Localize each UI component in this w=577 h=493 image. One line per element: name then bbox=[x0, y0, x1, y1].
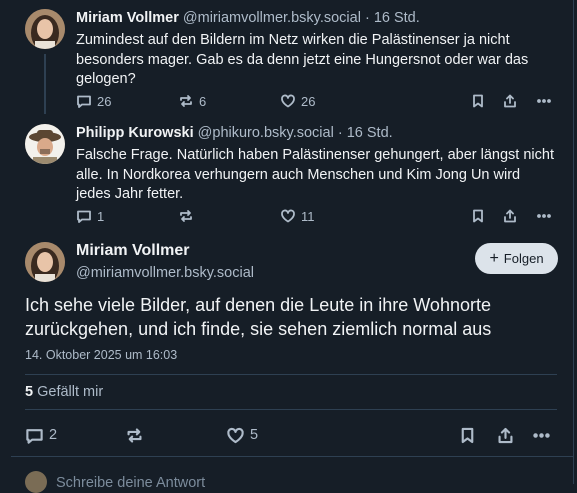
more-icon bbox=[537, 99, 551, 103]
post-time[interactable]: 16 Std. bbox=[347, 125, 393, 141]
reply-count: 1 bbox=[97, 208, 105, 224]
post-actions: 26 6 26 bbox=[76, 91, 556, 111]
more-button[interactable] bbox=[536, 91, 552, 111]
reply-button[interactable]: 1 bbox=[76, 206, 104, 226]
reply-icon bbox=[77, 95, 91, 108]
bookmark-button[interactable] bbox=[458, 425, 477, 445]
repost-button[interactable]: 6 bbox=[178, 91, 206, 111]
reply-input[interactable]: Schreibe deine Antwort bbox=[56, 475, 205, 491]
repost-icon bbox=[180, 210, 192, 222]
plus-icon: + bbox=[489, 249, 499, 267]
like-button[interactable]: 5 bbox=[226, 425, 258, 445]
right-border bbox=[573, 0, 574, 484]
share-icon bbox=[504, 94, 516, 108]
more-icon bbox=[533, 432, 550, 438]
avatar[interactable] bbox=[25, 242, 65, 282]
thread-view: Miriam Vollmer @miriamvollmer.bsky.socia… bbox=[0, 0, 577, 493]
reply-icon bbox=[26, 428, 43, 444]
post-date: 14. Oktober 2025 um 16:03 bbox=[25, 348, 178, 362]
repost-button[interactable] bbox=[125, 425, 149, 445]
avatar[interactable] bbox=[25, 124, 65, 164]
divider bbox=[25, 374, 557, 375]
more-button[interactable] bbox=[532, 425, 551, 445]
post-time[interactable]: 16 Std. bbox=[374, 10, 420, 26]
author-handle[interactable]: @miriamvollmer.bsky.social bbox=[76, 265, 254, 281]
share-button[interactable] bbox=[502, 206, 518, 226]
reply-post[interactable]: Philipp Kurowski @phikuro.bsky.social · … bbox=[76, 124, 557, 205]
reply-count: 26 bbox=[97, 93, 112, 109]
reply-button[interactable]: 2 bbox=[25, 425, 57, 445]
bookmark-icon bbox=[473, 94, 483, 108]
author-name[interactable]: Philipp Kurowski bbox=[76, 125, 194, 141]
like-button[interactable]: 11 bbox=[280, 206, 315, 226]
post-meta: Philipp Kurowski @phikuro.bsky.social · … bbox=[76, 124, 557, 142]
author-name[interactable]: Miriam Vollmer bbox=[76, 242, 190, 260]
separator: · bbox=[337, 125, 343, 141]
divider bbox=[25, 409, 557, 410]
avatar[interactable] bbox=[25, 9, 65, 49]
reply-composer[interactable]: Schreibe deine Antwort bbox=[11, 456, 574, 493]
separator: · bbox=[364, 10, 370, 26]
avatar bbox=[25, 471, 47, 493]
post-text: Falsche Frage. Natürlich haben Palästine… bbox=[76, 147, 554, 202]
like-icon bbox=[227, 427, 244, 443]
bookmark-icon bbox=[473, 209, 483, 223]
more-button[interactable] bbox=[536, 206, 552, 226]
repost-icon bbox=[127, 427, 142, 443]
like-count: 11 bbox=[301, 208, 315, 224]
like-icon bbox=[281, 209, 295, 223]
more-icon bbox=[537, 214, 551, 218]
reply-icon bbox=[77, 210, 91, 223]
author-handle[interactable]: @miriamvollmer.bsky.social bbox=[183, 10, 361, 26]
post-meta: Miriam Vollmer @miriamvollmer.bsky.socia… bbox=[76, 9, 557, 27]
like-count: 26 bbox=[301, 93, 316, 109]
follow-button[interactable]: + Folgen bbox=[475, 243, 558, 274]
like-summary-count: 5 bbox=[25, 384, 34, 400]
like-button[interactable]: 26 bbox=[280, 91, 315, 111]
reply-post[interactable]: Miriam Vollmer @miriamvollmer.bsky.socia… bbox=[76, 9, 557, 90]
post-text: Zumindest auf den Bildern im Netz wirken… bbox=[76, 32, 529, 87]
author-handle[interactable]: @phikuro.bsky.social bbox=[198, 125, 334, 141]
like-count: 5 bbox=[250, 427, 259, 443]
follow-label: Folgen bbox=[503, 251, 544, 266]
reply-button[interactable]: 26 bbox=[76, 91, 111, 111]
thread-line bbox=[44, 54, 46, 114]
share-button[interactable] bbox=[496, 425, 515, 445]
share-icon bbox=[504, 209, 516, 223]
author-name[interactable]: Miriam Vollmer bbox=[76, 10, 179, 26]
like-icon bbox=[281, 94, 295, 108]
bookmark-icon bbox=[461, 427, 474, 443]
post-actions: 2 5 bbox=[25, 425, 555, 445]
like-summary[interactable]: 5 Gefällt mir bbox=[25, 384, 103, 400]
post-actions: 1 11 bbox=[76, 206, 556, 226]
post-text: Ich sehe viele Bilder, auf denen die Leu… bbox=[25, 295, 492, 339]
repost-button[interactable] bbox=[178, 206, 199, 226]
reply-count: 2 bbox=[49, 427, 58, 443]
bookmark-button[interactable] bbox=[470, 91, 486, 111]
bookmark-button[interactable] bbox=[470, 206, 486, 226]
share-icon bbox=[498, 427, 513, 443]
repost-count: 6 bbox=[199, 93, 207, 109]
repost-icon bbox=[180, 95, 192, 107]
like-summary-label: Gefällt mir bbox=[33, 384, 104, 400]
share-button[interactable] bbox=[502, 91, 518, 111]
